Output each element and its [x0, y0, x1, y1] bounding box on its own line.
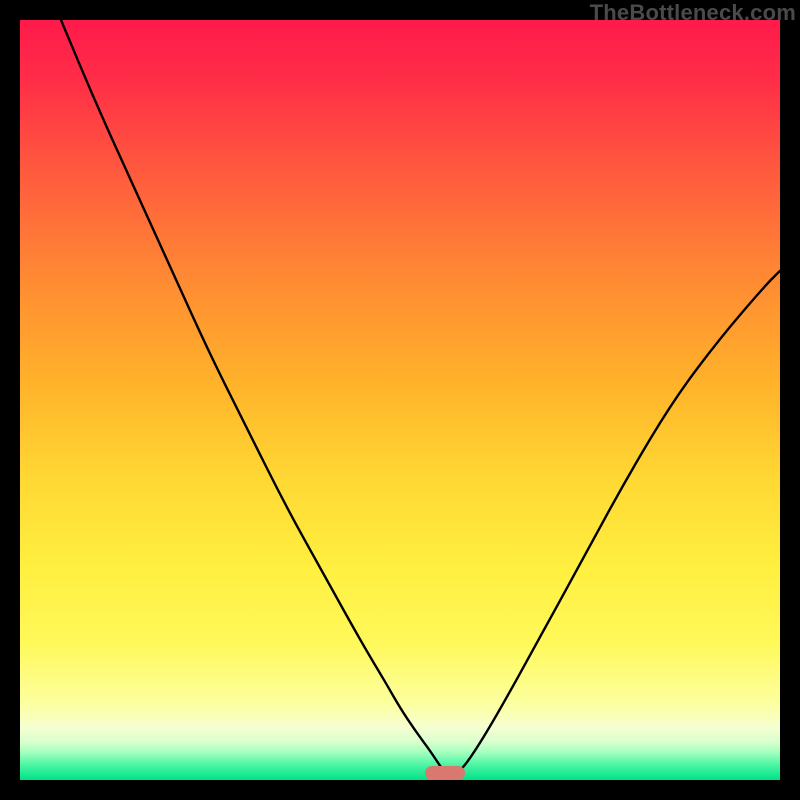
curve-svg [20, 20, 780, 780]
bottleneck-curve-path [61, 20, 780, 775]
optimum-marker [425, 766, 465, 780]
plot-area [20, 20, 780, 780]
chart-frame: TheBottleneck.com [0, 0, 800, 800]
